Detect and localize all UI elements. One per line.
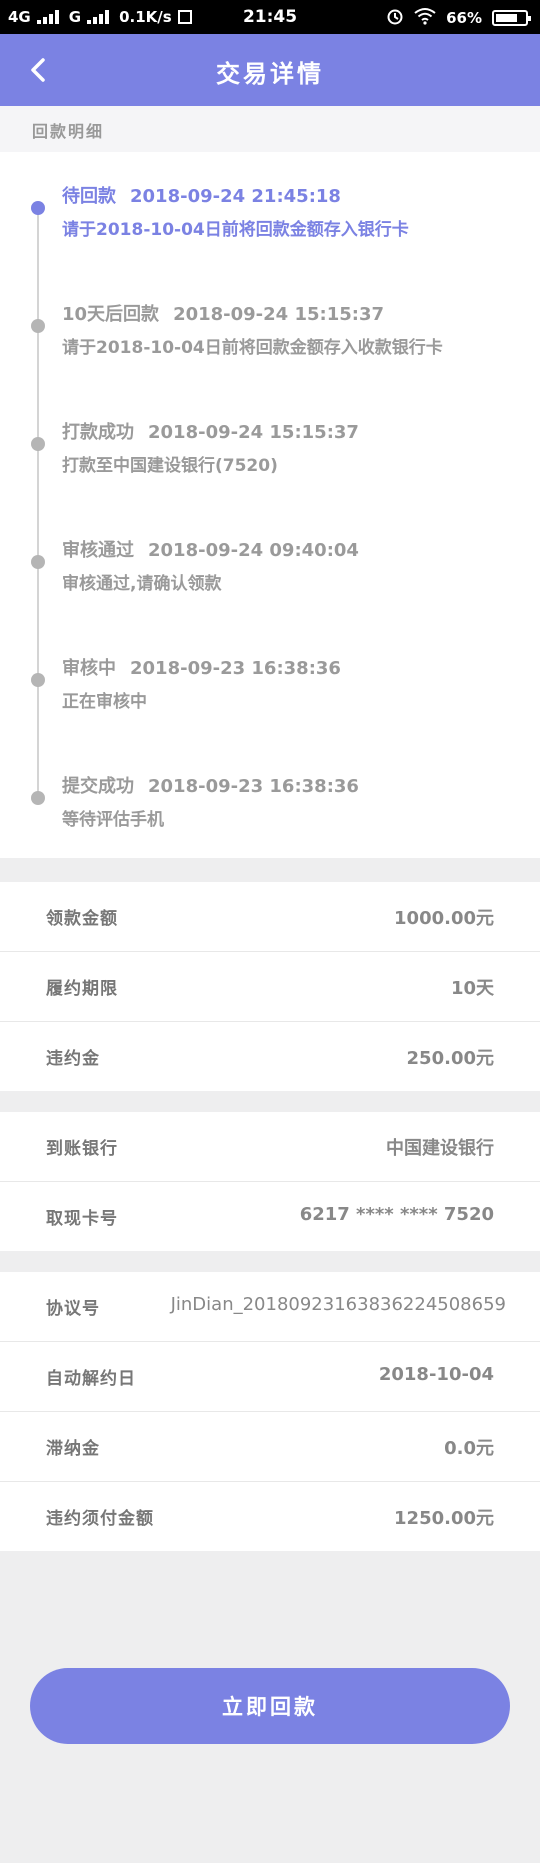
detail-row-late-fee: 滞纳金 0.0元	[0, 1412, 540, 1482]
timeline-item: 审核通过 2018-09-24 09:40:04 审核通过,请确认领款	[0, 533, 540, 613]
timeline-dot	[31, 673, 45, 687]
bank-card: 到账银行 中国建设银行 取现卡号 6217 **** **** 7520	[0, 1112, 540, 1251]
detail-row-term: 履约期限 10天	[0, 952, 540, 1022]
row-label: 协议号	[46, 1299, 100, 1319]
timeline-title: 审核中 2018-09-23 16:38:36	[62, 654, 341, 680]
detail-row-penalty: 违约金 250.00元	[0, 1022, 540, 1091]
detail-row-auto-cancel-date: 自动解约日 2018-10-04	[0, 1342, 540, 1412]
row-label: 领款金额	[46, 909, 118, 929]
timeline-dot	[31, 791, 45, 805]
detail-row-card-number: 取现卡号 6217 **** **** 7520	[0, 1182, 540, 1251]
amount-card: 领款金额 1000.00元 履约期限 10天 违约金 250.00元	[0, 882, 540, 1091]
row-value: 中国建设银行	[386, 1138, 494, 1159]
timeline-status: 待回款	[62, 186, 116, 207]
section-title: 回款明细	[32, 122, 105, 141]
status-right: 66%	[386, 7, 531, 29]
timeline-item: 审核中 2018-09-23 16:38:36 正在审核中	[0, 651, 540, 731]
page-title: 交易详情	[216, 60, 324, 88]
row-label: 取现卡号	[46, 1209, 118, 1229]
timeline-desc: 请于2018-10-04日前将回款金额存入银行卡	[62, 220, 409, 240]
row-label: 到账银行	[46, 1139, 118, 1159]
top-navbar: 交易详情	[0, 34, 540, 106]
detail-row-agreement-no: 协议号 JinDian_20180923163836224508659	[0, 1272, 540, 1342]
timeline-time: 2018-09-23 16:38:36	[148, 776, 359, 797]
timeline-desc: 打款至中国建设银行(7520)	[62, 456, 278, 476]
row-label: 违约须付金额	[46, 1509, 154, 1529]
timeline-desc: 请于2018-10-04日前将回款金额存入收款银行卡	[62, 338, 443, 358]
timeline-time: 2018-09-24 15:15:37	[173, 304, 385, 325]
timeline-status: 审核中	[62, 658, 116, 679]
row-label: 履约期限	[46, 979, 118, 999]
detail-row-receive-amount: 领款金额 1000.00元	[0, 882, 540, 952]
timeline-status: 提交成功	[62, 776, 134, 797]
timeline-time: 2018-09-24 21:45:18	[130, 186, 341, 207]
timeline-title: 10天后回款 2018-09-24 15:15:37	[62, 300, 384, 326]
repayment-timeline: 待回款 2018-09-24 21:45:18 请于2018-10-04日前将回款…	[0, 152, 540, 858]
timeline-item: 打款成功 2018-09-24 15:15:37 打款至中国建设银行(7520)	[0, 415, 540, 495]
timeline-dot	[31, 555, 45, 569]
row-value: 6217 **** **** 7520	[299, 1204, 494, 1225]
row-value: 1250.00元	[394, 1508, 494, 1529]
timeline-status: 审核通过	[62, 540, 134, 561]
timeline-title: 打款成功 2018-09-24 15:15:37	[62, 418, 359, 444]
timeline-item: 待回款 2018-09-24 21:45:18 请于2018-10-04日前将回款…	[0, 179, 540, 259]
timeline-title: 提交成功 2018-09-23 16:38:36	[62, 772, 359, 798]
detail-row-bank: 到账银行 中国建设银行	[0, 1112, 540, 1182]
row-value: 0.0元	[444, 1438, 494, 1459]
timeline-status: 10天后回款	[62, 304, 160, 325]
section-header: 回款明细	[0, 106, 540, 152]
repay-now-button[interactable]: 立即回款	[30, 1668, 510, 1744]
timeline-item: 10天后回款 2018-09-24 15:15:37 请于2018-10-04日前…	[0, 297, 540, 377]
timeline-desc: 正在审核中	[62, 692, 147, 712]
row-label: 违约金	[46, 1049, 100, 1069]
timeline-title: 审核通过 2018-09-24 09:40:04	[62, 536, 359, 562]
row-label: 滞纳金	[46, 1439, 100, 1459]
alarm-icon	[386, 7, 404, 29]
timeline-item: 提交成功 2018-09-23 16:38:36 等待评估手机	[0, 769, 540, 849]
agreement-card: 协议号 JinDian_20180923163836224508659 自动解约…	[0, 1272, 540, 1551]
battery-icon	[492, 10, 531, 26]
row-value: 250.00元	[406, 1048, 494, 1069]
timeline-title: 待回款 2018-09-24 21:45:18	[62, 182, 341, 208]
row-value: 2018-10-04	[378, 1364, 494, 1385]
detail-row-breach-amount: 违约须付金额 1250.00元	[0, 1482, 540, 1551]
row-value: 1000.00元	[394, 908, 494, 929]
status-bar: 4G G 0.1K/s 21:45 66%	[0, 0, 540, 34]
row-value: 10天	[450, 978, 494, 999]
timeline-time: 2018-09-24 15:15:37	[148, 422, 359, 443]
row-value: JinDian_20180923163836224508659	[170, 1294, 506, 1315]
wifi-icon	[414, 7, 436, 29]
timeline-desc: 审核通过,请确认领款	[62, 574, 222, 594]
timeline-time: 2018-09-23 16:38:36	[130, 658, 341, 679]
timeline-status: 打款成功	[62, 422, 134, 443]
timeline-dot	[31, 319, 45, 333]
timeline-dot	[31, 437, 45, 451]
timeline-dot	[31, 201, 45, 215]
row-label: 自动解约日	[46, 1369, 136, 1389]
battery-percent: 66%	[446, 9, 482, 27]
timeline-desc: 等待评估手机	[62, 810, 164, 830]
timeline-time: 2018-09-24 09:40:04	[148, 540, 359, 561]
